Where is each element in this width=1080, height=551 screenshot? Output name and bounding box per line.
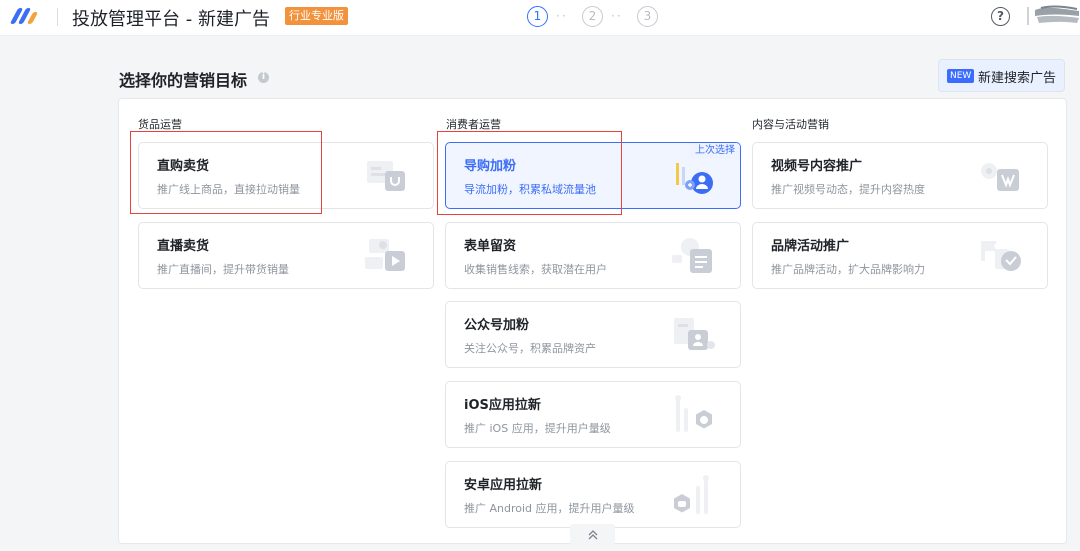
goal-card-video-channel[interactable]: 视频号内容推广 推广视频号动态，提升内容热度 [752, 142, 1048, 209]
goal-card-lead-form[interactable]: 表单留资 收集销售线索，获取潜在用户 [445, 222, 741, 289]
card-title: 公众号加粉 [464, 318, 530, 333]
card-title: iOS应用拉新 [464, 398, 541, 413]
card-title: 安卓应用拉新 [464, 478, 543, 493]
new-search-ad-label: 新建搜索广告 [978, 71, 1057, 86]
card-title: 直播卖货 [157, 239, 210, 254]
help-icon[interactable]: ? [991, 7, 1010, 26]
new-badge: NEW [947, 69, 975, 83]
card-title: 视频号内容推广 [771, 159, 863, 174]
top-bar: 投放管理平台 - 新建广告 行业专业版 1 ·· 2 ·· 3 ? [0, 0, 1080, 36]
step-separator: ·· [611, 9, 623, 23]
user-avatar[interactable] [1027, 4, 1080, 28]
goal-card-live-sales[interactable]: 直播卖货 推广直播间，提升带货销量 [138, 222, 434, 289]
card-description: 关注公众号，积累品牌资产 [464, 342, 596, 355]
card-description: 推广 iOS 应用，提升用户量级 [464, 422, 611, 435]
card-description: 收集销售线索，获取潜在用户 [464, 263, 607, 276]
info-icon[interactable]: i [258, 72, 269, 83]
android-app-icon [674, 475, 709, 514]
card-title: 表单留资 [464, 239, 517, 254]
video-channel-icon [981, 163, 1019, 191]
card-description: 推广 Android 应用，提升用户量级 [464, 502, 635, 515]
form-icon [672, 238, 712, 273]
add-fans-icon [676, 163, 713, 194]
card-description: 推广直播间，提升带货销量 [157, 263, 289, 276]
live-play-icon [365, 239, 405, 271]
official-account-icon [674, 318, 715, 350]
shopping-bag-icon [367, 161, 405, 191]
collapse-up-icon[interactable] [570, 524, 615, 546]
column-title-consumer: 消费者运营 [446, 118, 501, 131]
edition-badge: 行业专业版 [285, 7, 348, 25]
highlight-box-add-fans [437, 131, 622, 215]
step-indicator: 1 ·· 2 ·· 3 [527, 6, 667, 27]
brand-activity-icon [981, 241, 1021, 271]
step-1[interactable]: 1 [527, 6, 548, 27]
goal-card-android-app[interactable]: 安卓应用拉新 推广 Android 应用，提升用户量级 [445, 461, 741, 528]
column-title-content: 内容与活动营销 [752, 118, 829, 131]
card-description: 推广品牌活动，扩大品牌影响力 [771, 263, 925, 276]
title-divider [57, 8, 58, 26]
highlight-box-direct-sales [130, 131, 322, 214]
column-title-goods: 货品运营 [138, 118, 182, 131]
page-title: 投放管理平台 - 新建广告 [72, 9, 270, 30]
ios-app-icon [675, 395, 712, 432]
step-3[interactable]: 3 [637, 6, 658, 27]
card-title: 品牌活动推广 [771, 239, 850, 254]
step-2[interactable]: 2 [582, 6, 603, 27]
card-description: 推广视频号动态，提升内容热度 [771, 183, 925, 196]
app-logo-icon[interactable] [9, 6, 42, 26]
section-heading: 选择你的营销目标 [119, 71, 248, 90]
step-separator: ·· [556, 9, 568, 23]
goal-card-brand-activity[interactable]: 品牌活动推广 推广品牌活动，扩大品牌影响力 [752, 222, 1048, 289]
new-search-ad-button[interactable]: NEW 新建搜索广告 [938, 59, 1065, 92]
goal-card-ios-app[interactable]: iOS应用拉新 推广 iOS 应用，提升用户量级 [445, 381, 741, 448]
goal-card-official-account[interactable]: 公众号加粉 关注公众号，积累品牌资产 [445, 301, 741, 368]
